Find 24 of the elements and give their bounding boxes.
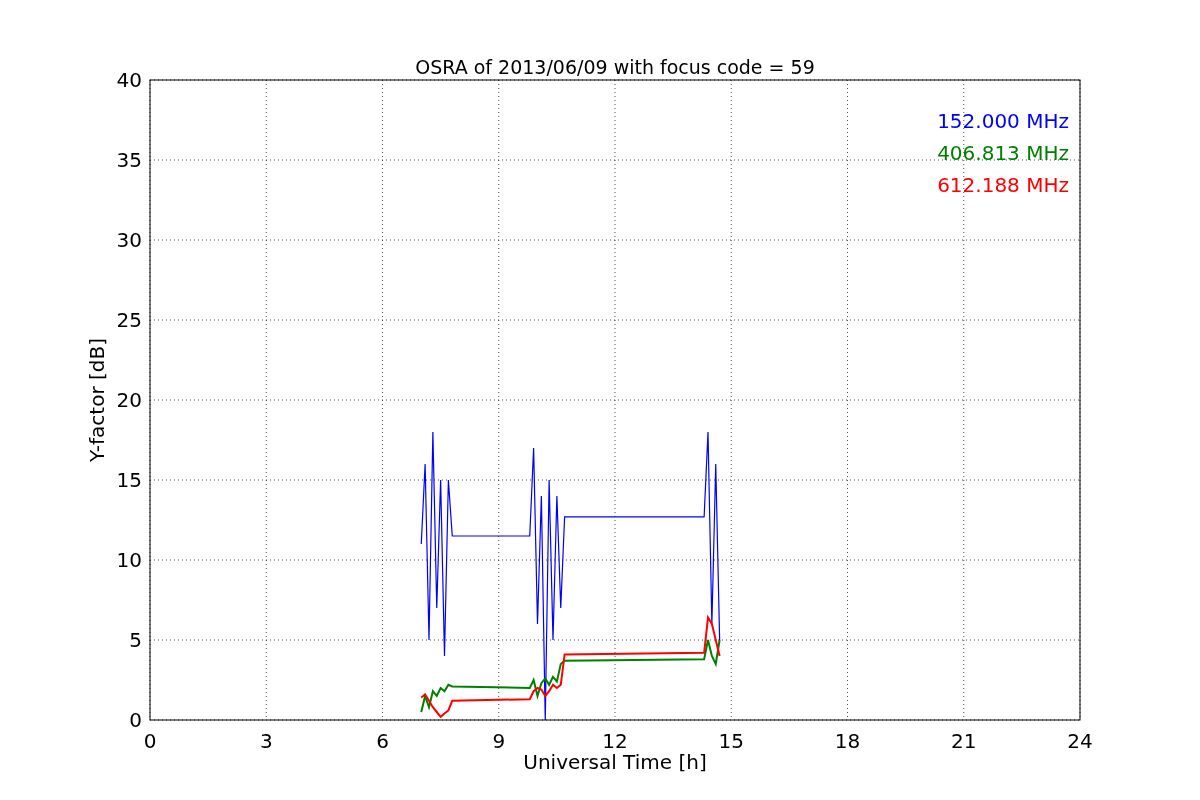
tick-label: 20 xyxy=(116,388,142,412)
tick-label: 21 xyxy=(951,729,977,753)
tick-label: 12 xyxy=(602,729,628,753)
tick-label: 40 xyxy=(116,68,142,92)
tick-label: 5 xyxy=(129,628,142,652)
tick-label: 18 xyxy=(834,729,861,753)
tick-label: 15 xyxy=(116,468,142,492)
legend-label: 406.813 MHz xyxy=(937,141,1069,165)
legend-label: 612.188 MHz xyxy=(937,173,1069,197)
tick-label: 15 xyxy=(718,729,744,753)
tick-label: 0 xyxy=(129,708,142,732)
x-axis-label: Universal Time [h] xyxy=(523,750,707,774)
tick-label: 30 xyxy=(116,228,142,252)
chart-title: OSRA of 2013/06/09 with focus code = 59 xyxy=(415,56,815,78)
tick-label: 3 xyxy=(259,729,273,753)
tick-label: 6 xyxy=(376,729,389,753)
tick-label: 24 xyxy=(1067,729,1093,753)
legend-label: 152.000 MHz xyxy=(937,109,1069,133)
tick-label: 10 xyxy=(116,548,142,572)
tick-label: 0 xyxy=(143,729,157,753)
tick-label: 9 xyxy=(492,729,506,753)
tick-label: 35 xyxy=(116,148,142,172)
tick-label: 25 xyxy=(116,308,142,332)
y-axis-label: Y-factor [dB] xyxy=(85,338,109,462)
